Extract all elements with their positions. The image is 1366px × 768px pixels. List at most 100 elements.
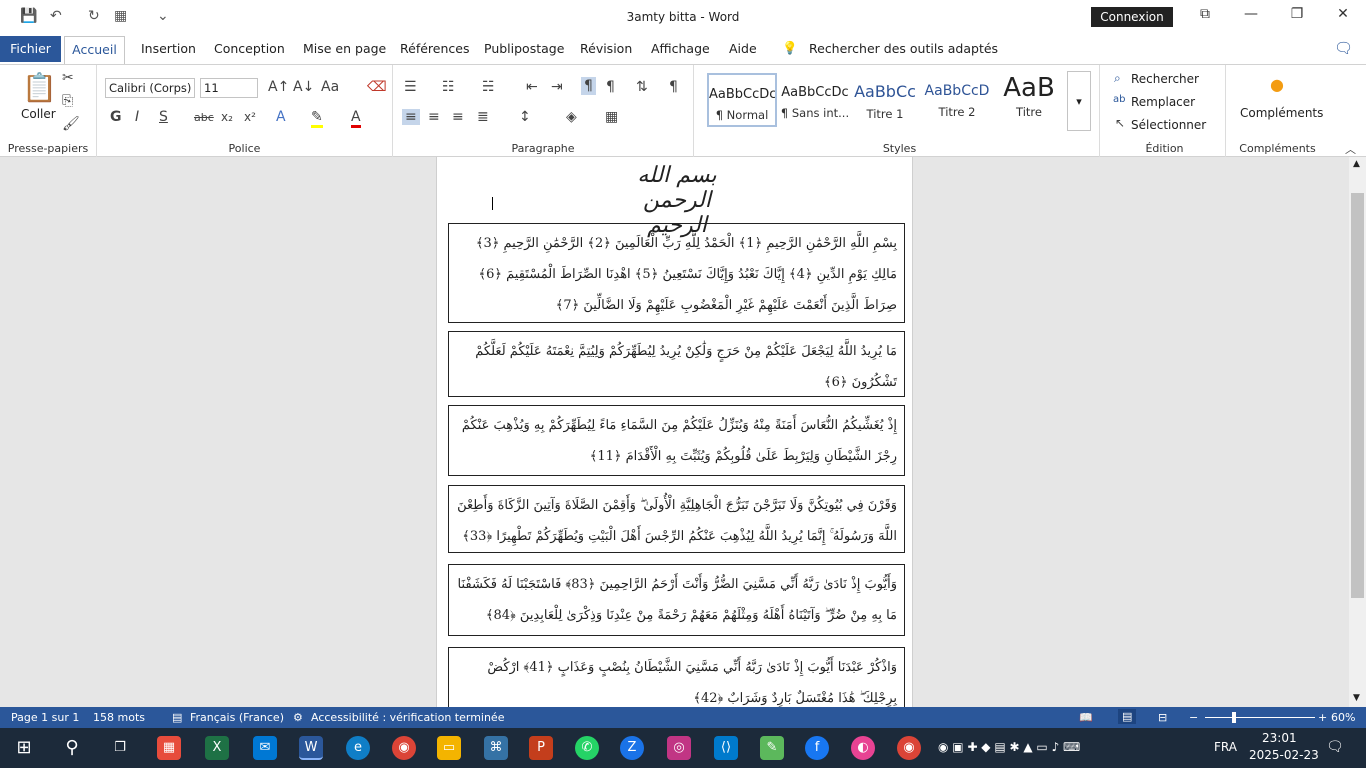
shading-icon[interactable]: ◈ bbox=[566, 109, 577, 125]
print-layout-icon[interactable]: ▤ bbox=[1118, 709, 1137, 724]
align-center-icon[interactable]: ≡ bbox=[428, 109, 440, 125]
bold-button[interactable]: G bbox=[110, 109, 122, 125]
clock-date[interactable]: 2025-02-23 bbox=[1249, 748, 1319, 762]
addins-button[interactable]: Compléments bbox=[1240, 106, 1323, 120]
zoom-in-icon[interactable]: + bbox=[1318, 711, 1327, 724]
tab-references[interactable]: Références bbox=[400, 41, 469, 56]
zoom-slider-thumb[interactable] bbox=[1232, 712, 1236, 723]
zoom-out-icon[interactable]: − bbox=[1189, 711, 1198, 724]
python-icon[interactable]: ⌘ bbox=[484, 736, 508, 760]
proofing-icon[interactable]: ▤ bbox=[172, 711, 182, 724]
font-name-combo[interactable]: Calibri (Corps) bbox=[105, 78, 195, 98]
page-count[interactable]: Page 1 sur 1 bbox=[11, 711, 79, 724]
tab-view[interactable]: Affichage bbox=[651, 41, 710, 56]
store-icon[interactable]: ▦ bbox=[157, 736, 181, 760]
scrollbar-thumb[interactable] bbox=[1351, 193, 1364, 598]
justify-icon[interactable]: ≣ bbox=[477, 109, 489, 125]
paste-icon[interactable]: 📋 bbox=[22, 71, 57, 104]
zoom-app-icon[interactable]: Z bbox=[620, 736, 644, 760]
replace-button[interactable]: Remplacer bbox=[1131, 95, 1195, 109]
language-status[interactable]: Français (France) bbox=[190, 711, 284, 724]
style-normal[interactable]: AaBbCcDc ¶ Normal bbox=[707, 73, 777, 127]
powerpoint-icon[interactable]: P bbox=[529, 736, 553, 760]
change-case-button[interactable]: Aa bbox=[321, 79, 339, 95]
borders-icon[interactable]: ▦ bbox=[605, 109, 618, 125]
italic-button[interactable]: I bbox=[135, 109, 139, 125]
scroll-down-icon[interactable]: ▼ bbox=[1353, 693, 1360, 703]
notification-icon[interactable]: 🗨 bbox=[1326, 739, 1344, 755]
sort-icon[interactable]: ⇅ bbox=[636, 79, 648, 95]
accessibility-status[interactable]: Accessibilité : vérification terminée bbox=[311, 711, 504, 724]
scroll-up-icon[interactable]: ▲ bbox=[1353, 159, 1360, 169]
multilevel-list-icon[interactable]: ☵ bbox=[482, 79, 495, 95]
ltr-direction-icon[interactable]: ¶ bbox=[606, 79, 615, 95]
search-icon[interactable]: ⚲ bbox=[60, 736, 84, 760]
styles-gallery-more[interactable]: ▾ bbox=[1067, 71, 1091, 131]
find-button[interactable]: Rechercher bbox=[1131, 72, 1199, 86]
whatsapp-icon[interactable]: ✆ bbox=[575, 736, 599, 760]
instagram-icon[interactable]: ◎ bbox=[667, 736, 691, 760]
strikethrough-button[interactable]: abc bbox=[194, 111, 214, 124]
file-explorer-icon[interactable]: ▭ bbox=[437, 736, 461, 760]
web-layout-icon[interactable]: ⊟ bbox=[1158, 711, 1167, 724]
tab-design[interactable]: Conception bbox=[214, 41, 285, 56]
clock-time[interactable]: 23:01 bbox=[1262, 731, 1297, 745]
tab-mailings[interactable]: Publipostage bbox=[484, 41, 564, 56]
increase-indent-icon[interactable]: ⇥ bbox=[551, 79, 563, 95]
minimize-button[interactable]: — bbox=[1236, 6, 1266, 26]
subscript-button[interactable]: x₂ bbox=[221, 110, 233, 124]
input-language[interactable]: FRA bbox=[1214, 740, 1237, 754]
document-page[interactable]: بسم الله الرحمن الرحيم بِسْمِ اللَّهِ ال… bbox=[436, 157, 913, 707]
maximize-button[interactable]: ❐ bbox=[1282, 6, 1312, 26]
ribbon-display-icon[interactable]: ⧉ bbox=[1190, 6, 1220, 26]
tab-help[interactable]: Aide bbox=[729, 41, 757, 56]
style-heading-1[interactable]: AaBbCc Titre 1 bbox=[850, 73, 920, 127]
decrease-indent-icon[interactable]: ⇤ bbox=[526, 79, 538, 95]
addins-icon[interactable]: ● bbox=[1270, 75, 1284, 94]
font-size-combo[interactable]: 11 bbox=[200, 78, 258, 98]
style-heading-2[interactable]: AaBbCcD Titre 2 bbox=[922, 73, 992, 127]
zoom-slider[interactable] bbox=[1205, 717, 1315, 718]
copy-icon[interactable]: ⎘ bbox=[62, 93, 73, 109]
mail-icon[interactable]: ✉ bbox=[253, 736, 277, 760]
accessibility-icon[interactable]: ⚙ bbox=[293, 711, 303, 724]
windows-start-icon[interactable]: ⊞ bbox=[12, 736, 36, 760]
clear-formatting-icon[interactable]: ⌫ bbox=[367, 79, 387, 95]
line-spacing-icon[interactable]: ↕ bbox=[519, 109, 531, 125]
task-view-icon[interactable]: ❐ bbox=[108, 736, 132, 760]
style-no-spacing[interactable]: AaBbCcDc ¶ Sans int... bbox=[780, 73, 850, 127]
bullets-icon[interactable]: ☰ bbox=[404, 79, 417, 95]
align-right-icon[interactable]: ≡ bbox=[452, 109, 464, 125]
numbering-icon[interactable]: ☷ bbox=[442, 79, 455, 95]
tray-icons[interactable]: ◉ ▣ ✚ ◆ ▤ ✱ ▲ ▭ ♪ ⌨ bbox=[938, 740, 1080, 754]
word-icon[interactable]: W bbox=[299, 736, 323, 760]
vscode-icon[interactable]: ⟨⟩ bbox=[714, 736, 738, 760]
edge-icon[interactable]: e bbox=[346, 736, 370, 760]
close-button[interactable]: ✕ bbox=[1328, 6, 1358, 26]
grow-font-icon[interactable]: A↑ bbox=[268, 79, 289, 95]
search-input[interactable]: Rechercher des outils adaptés bbox=[809, 41, 998, 56]
paste-button[interactable]: Coller bbox=[21, 107, 56, 121]
browser-icon[interactable]: ◐ bbox=[851, 736, 875, 760]
signin-button[interactable]: Connexion bbox=[1091, 7, 1173, 27]
vertical-scrollbar[interactable]: ▲ ▼ bbox=[1349, 157, 1366, 707]
superscript-button[interactable]: x² bbox=[244, 110, 256, 124]
select-button[interactable]: Sélectionner bbox=[1131, 118, 1206, 132]
chrome-profile-icon[interactable]: ◉ bbox=[897, 736, 921, 760]
tab-review[interactable]: Révision bbox=[580, 41, 632, 56]
comments-icon[interactable]: 🗨 bbox=[1334, 39, 1353, 57]
tab-home[interactable]: Accueil bbox=[64, 36, 125, 64]
tab-layout[interactable]: Mise en page bbox=[303, 41, 386, 56]
align-left-icon[interactable]: ≡ bbox=[402, 109, 420, 125]
style-title[interactable]: AaB Titre bbox=[994, 73, 1064, 127]
excel-icon[interactable]: X bbox=[205, 736, 229, 760]
app-icon[interactable]: ✎ bbox=[760, 736, 784, 760]
read-mode-icon[interactable]: 📖 bbox=[1079, 711, 1093, 724]
show-marks-icon[interactable]: ¶ bbox=[669, 79, 678, 95]
facebook-icon[interactable]: f bbox=[805, 736, 829, 760]
chrome-icon[interactable]: ◉ bbox=[392, 736, 416, 760]
shrink-font-icon[interactable]: A↓ bbox=[293, 79, 314, 95]
font-color-icon[interactable]: A bbox=[351, 109, 361, 128]
text-effects-icon[interactable]: A bbox=[276, 109, 286, 125]
zoom-level[interactable]: 60% bbox=[1331, 711, 1355, 724]
